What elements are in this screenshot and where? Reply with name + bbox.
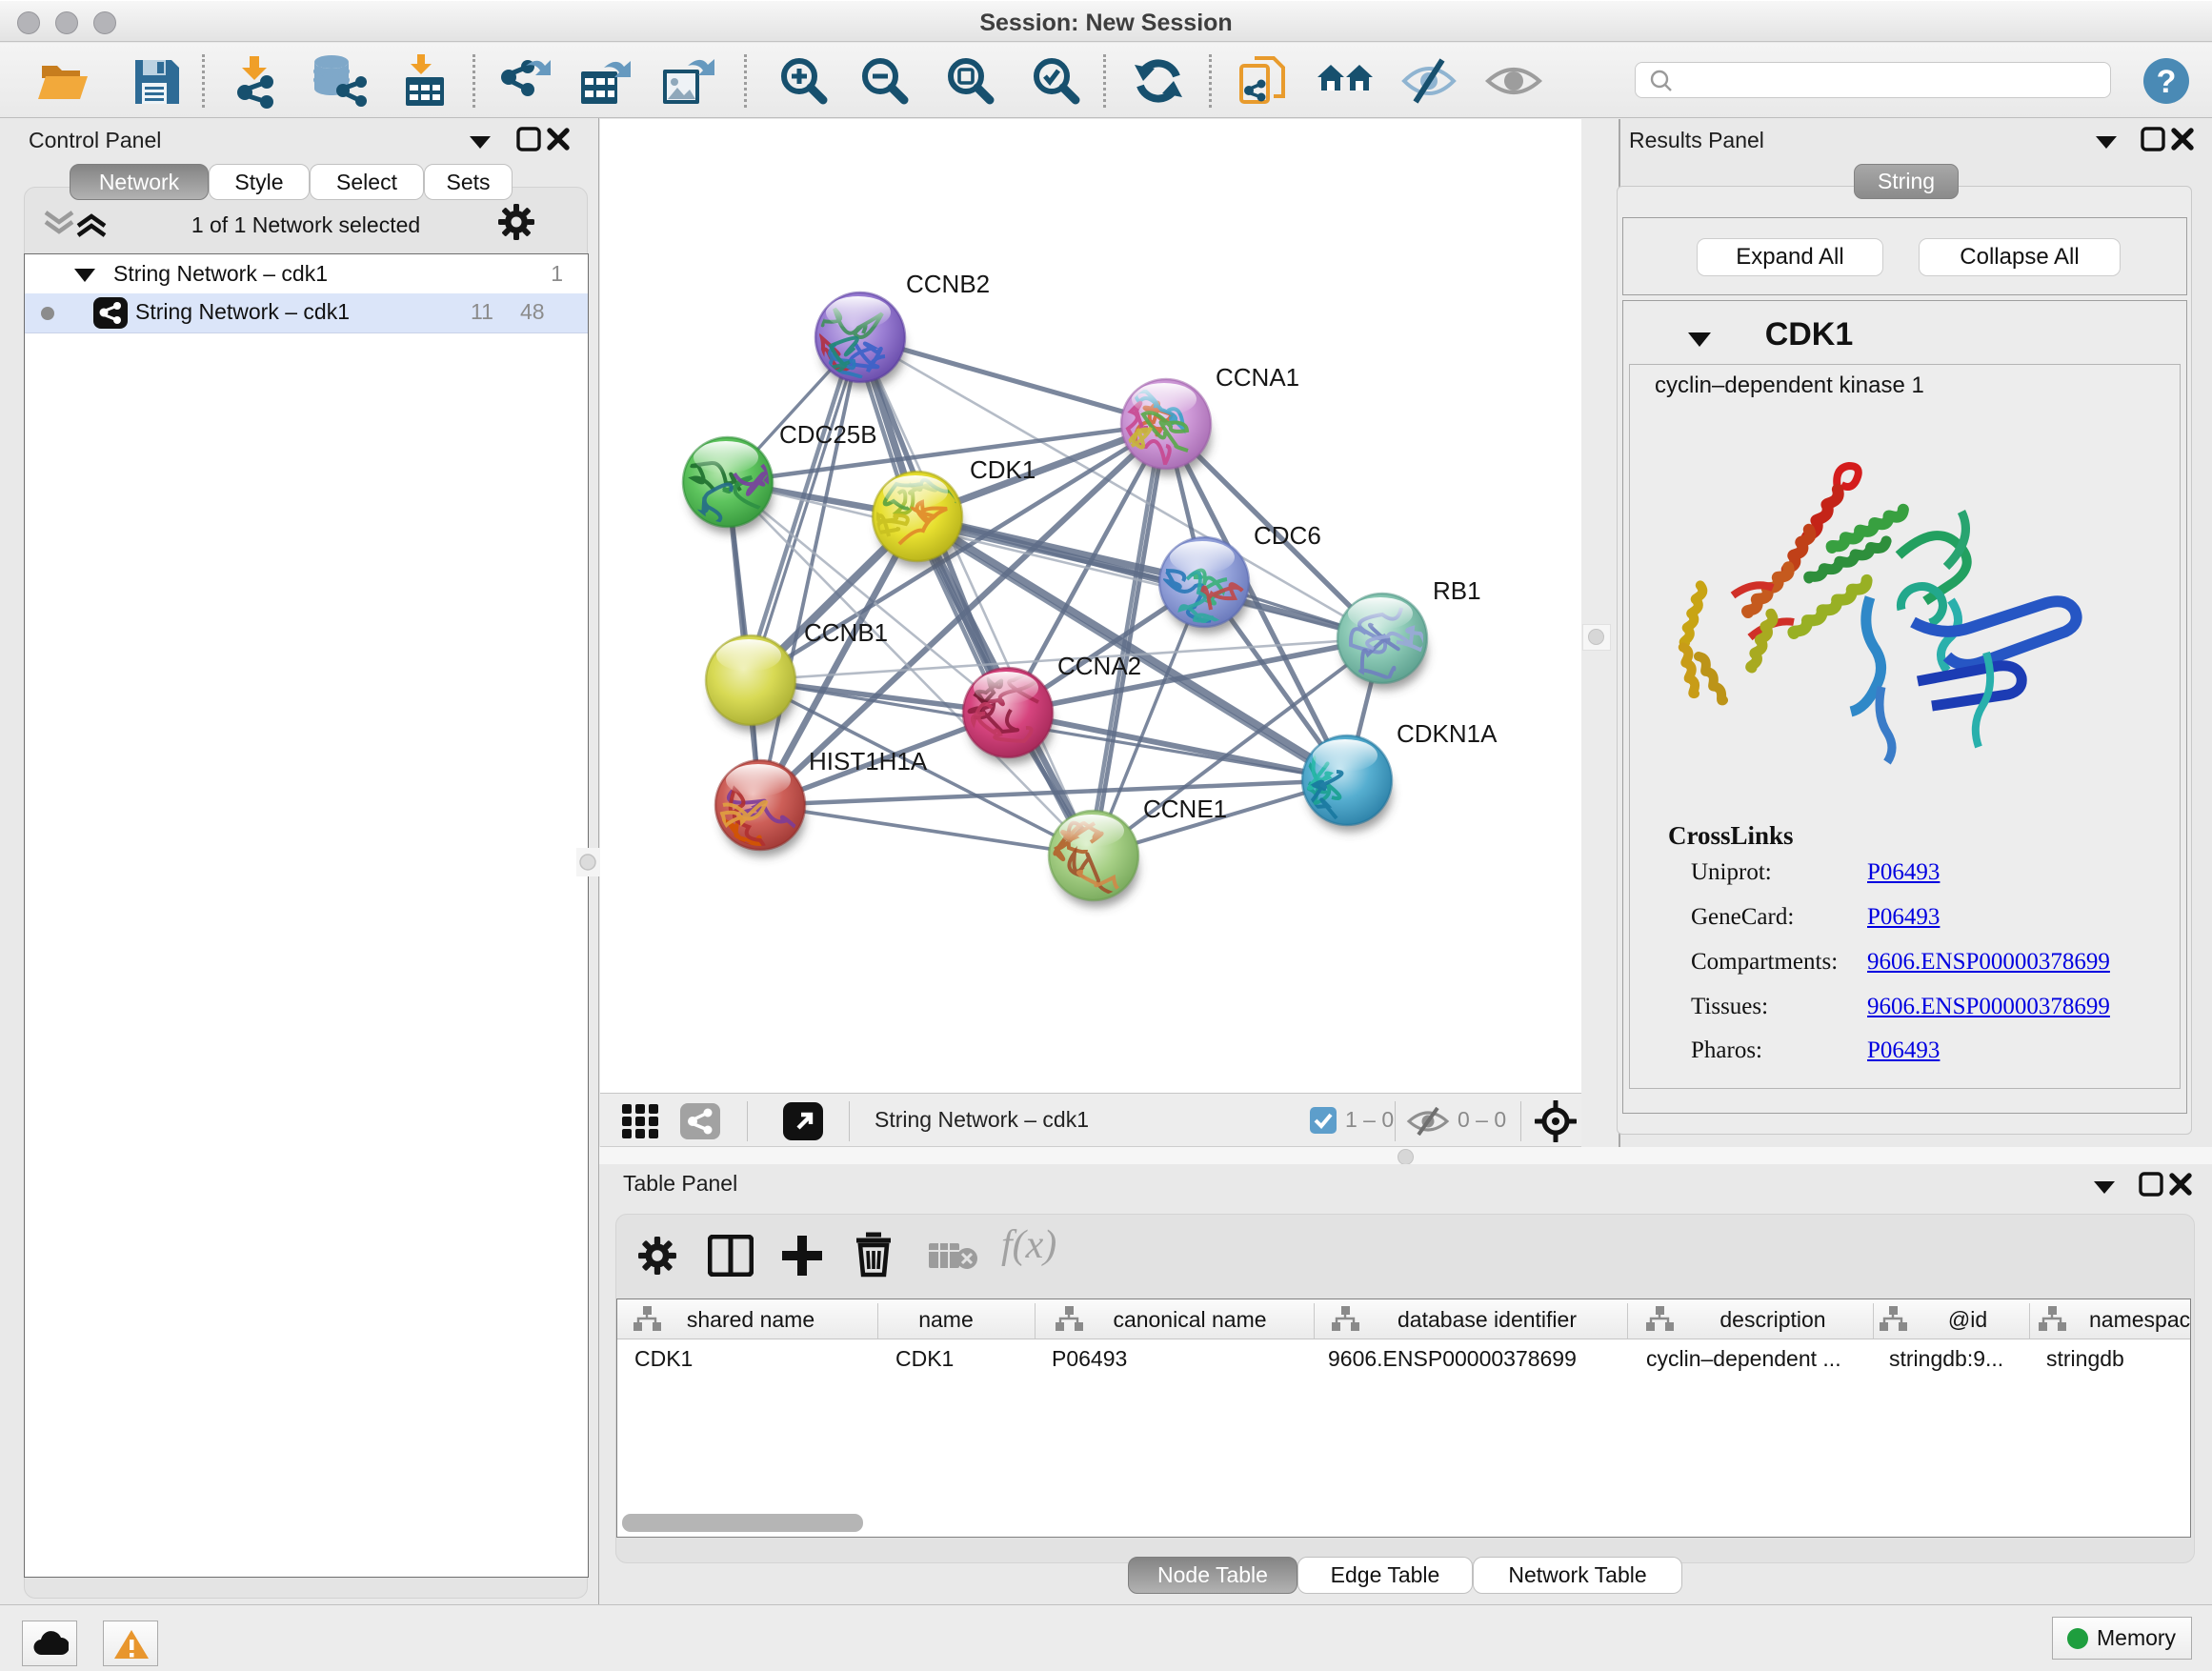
svg-text:CDC25B: CDC25B	[779, 420, 877, 449]
svg-text:CCNA1: CCNA1	[1216, 363, 1299, 392]
svg-text:CDC6: CDC6	[1254, 521, 1321, 550]
svg-text:HIST1H1A: HIST1H1A	[809, 747, 928, 775]
svg-text:CCNB2: CCNB2	[906, 270, 990, 298]
svg-text:CCNA2: CCNA2	[1057, 652, 1141, 680]
svg-text:CCNB1: CCNB1	[804, 618, 888, 647]
svg-text:RB1: RB1	[1433, 576, 1481, 605]
svg-text:CDK1: CDK1	[970, 455, 1036, 484]
svg-text:CDKN1A: CDKN1A	[1397, 719, 1498, 748]
svg-text:CCNE1: CCNE1	[1143, 795, 1227, 823]
svg-text:?: ?	[2157, 64, 2177, 100]
